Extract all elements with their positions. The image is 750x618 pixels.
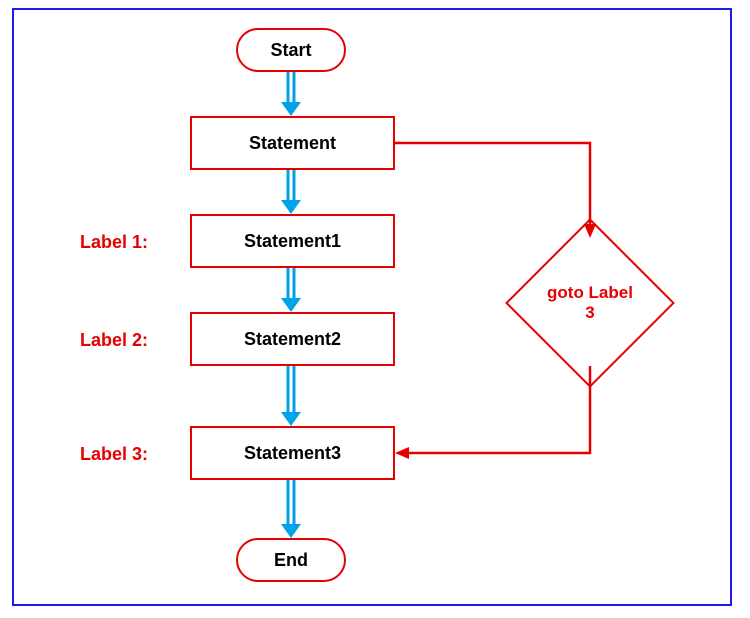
end-terminator: End xyxy=(236,538,346,582)
label-3: Label 3: xyxy=(58,444,148,465)
start-terminator: Start xyxy=(236,28,346,72)
decision-text: goto Label 3 xyxy=(535,283,645,324)
flowchart-canvas: Start Statement Label 1: Statement1 Labe… xyxy=(0,0,750,618)
decision-line2: 3 xyxy=(585,303,594,322)
arrow-stmt2-stmt3 xyxy=(280,366,302,426)
end-label: End xyxy=(274,550,308,571)
statement3-label: Statement3 xyxy=(244,443,341,464)
arrow-start-stmt xyxy=(280,72,302,116)
decision-line1: goto Label xyxy=(547,283,633,302)
connector-stmt-to-diamond xyxy=(395,140,605,250)
arrow-stmt3-end xyxy=(280,480,302,538)
connector-diamond-to-stmt3 xyxy=(395,366,605,466)
arrow-stmt-stmt1 xyxy=(280,170,302,214)
statement1-label: Statement1 xyxy=(244,231,341,252)
statement2-box: Statement2 xyxy=(190,312,395,366)
statement-box: Statement xyxy=(190,116,395,170)
arrow-stmt1-stmt2 xyxy=(280,268,302,312)
start-label: Start xyxy=(270,40,311,61)
label-1: Label 1: xyxy=(58,232,148,253)
statement3-box: Statement3 xyxy=(190,426,395,480)
statement1-box: Statement1 xyxy=(190,214,395,268)
statement2-label: Statement2 xyxy=(244,329,341,350)
statement-label: Statement xyxy=(249,133,336,154)
label-2: Label 2: xyxy=(58,330,148,351)
